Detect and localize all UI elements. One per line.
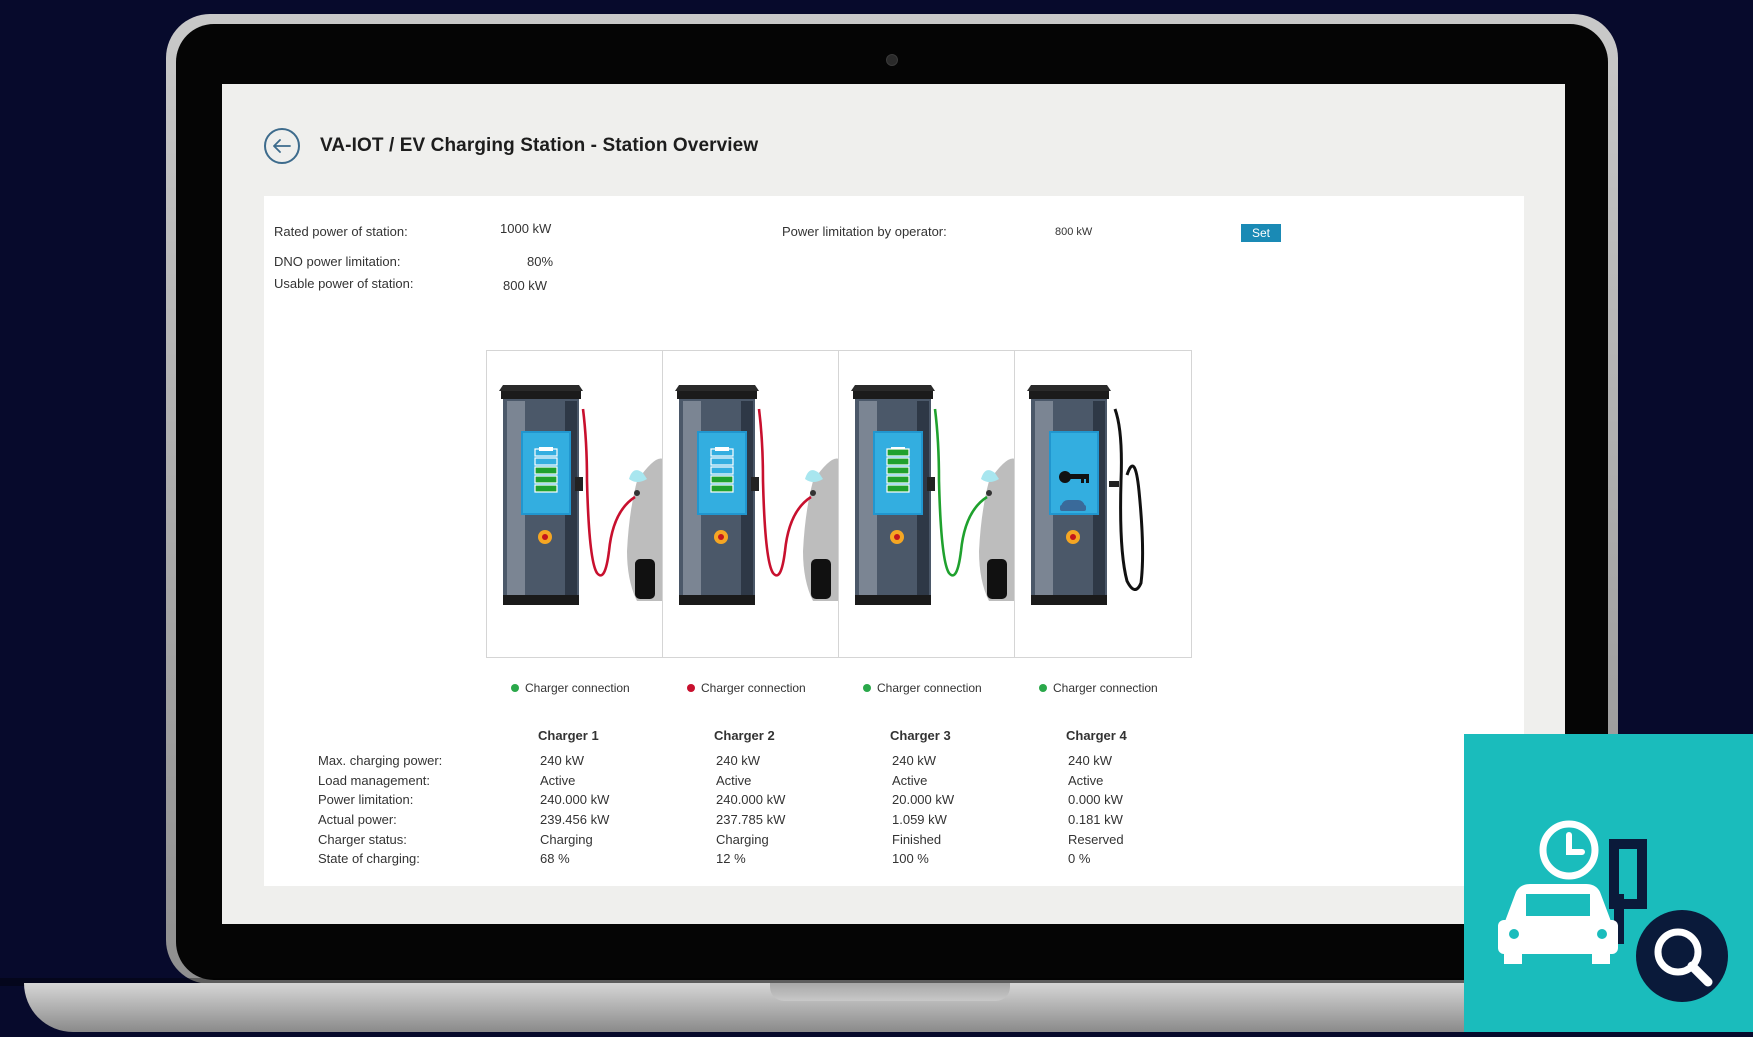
charger-2-max-power: 240 kW: [716, 753, 761, 768]
charger-1-soc: 68 %: [540, 851, 570, 866]
charger-title-4: Charger 4: [1066, 728, 1127, 743]
charger-connection-label: Charger connection: [525, 681, 630, 695]
charger-connection-2: Charger connection: [687, 681, 806, 695]
camera: [886, 54, 898, 66]
charger-connection-label: Charger connection: [877, 681, 982, 695]
status-dot-icon: [511, 684, 519, 692]
row-label-actual-power: Actual power:: [318, 812, 397, 827]
rated-power-label: Rated power of station:: [274, 224, 408, 239]
charger-4-status: Reserved: [1068, 832, 1124, 847]
charger-illustration: [851, 385, 1015, 605]
set-button[interactable]: Set: [1241, 224, 1281, 242]
charger-2-actual-power: 237.785 kW: [716, 812, 786, 827]
arrow-left-icon: [273, 139, 291, 153]
charger-connection-1: Charger connection: [511, 681, 630, 695]
charger-2-status: Charging: [716, 832, 769, 847]
row-label-state-of-charging: State of charging:: [318, 851, 420, 866]
row-label-load-management: Load management:: [318, 773, 431, 788]
charger-3-soc: 100 %: [892, 851, 929, 866]
charger-3-load-mgmt: Active: [892, 773, 928, 788]
charger-4-power-limit: 0.000 kW: [1068, 792, 1123, 807]
charger-card-3[interactable]: [838, 350, 1016, 658]
charger-card-2[interactable]: [662, 350, 840, 658]
charger-3-actual-power: 1.059 kW: [892, 812, 947, 827]
laptop-notch: [770, 983, 1010, 1001]
charger-2-power-limit: 240.000 kW: [716, 792, 786, 807]
dno-value: 80%: [527, 254, 554, 269]
charger-4-soc: 0 %: [1068, 851, 1091, 866]
operator-limit-label: Power limitation by operator:: [782, 224, 947, 239]
charger-1-load-mgmt: Active: [540, 773, 576, 788]
row-label-power-limitation: Power limitation:: [318, 792, 414, 807]
charger-1-status: Charging: [540, 832, 593, 847]
status-dot-icon: [1039, 684, 1047, 692]
rated-power-value: 1000 kW: [500, 221, 552, 236]
charger-title-2: Charger 2: [714, 728, 775, 743]
status-dot-icon: [863, 684, 871, 692]
app-screen: VA-IOT / EV Charging Station - Station O…: [222, 84, 1565, 924]
operator-limit-input[interactable]: 800 kW: [1055, 226, 1092, 238]
charger-3-max-power: 240 kW: [892, 753, 937, 768]
charger-connection-label: Charger connection: [1053, 681, 1158, 695]
charger-1-actual-power: 239.456 kW: [540, 812, 610, 827]
charger-illustration: [1027, 385, 1145, 605]
station-panel: Rated power of station: 1000 kW DNO powe…: [264, 196, 1524, 886]
charger-card-4[interactable]: [1014, 350, 1192, 658]
dno-label: DNO power limitation:: [274, 254, 401, 269]
back-button[interactable]: [264, 128, 300, 164]
row-label-max-power: Max. charging power:: [318, 753, 443, 768]
charger-title-3: Charger 3: [890, 728, 951, 743]
usable-power-value: 800 kW: [503, 278, 548, 293]
status-dot-icon: [687, 684, 695, 692]
charger-1-power-limit: 240.000 kW: [540, 792, 610, 807]
page-title: VA-IOT / EV Charging Station - Station O…: [320, 135, 759, 156]
charger-1-max-power: 240 kW: [540, 753, 585, 768]
charger-2-soc: 12 %: [716, 851, 746, 866]
page-header: VA-IOT / EV Charging Station - Station O…: [264, 124, 758, 168]
charger-4-actual-power: 0.181 kW: [1068, 812, 1123, 827]
charger-card-1[interactable]: [486, 350, 664, 658]
charger-illustration: [675, 385, 839, 605]
charger-3-power-limit: 20.000 kW: [892, 792, 955, 807]
charger-4-load-mgmt: Active: [1068, 773, 1104, 788]
charger-3-status: Finished: [892, 832, 942, 847]
charger-title-1: Charger 1: [538, 728, 599, 743]
feature-badge: [1464, 734, 1753, 1032]
charger-illustration: [499, 385, 663, 605]
charger-connection-label: Charger connection: [701, 681, 806, 695]
charger-4-max-power: 240 kW: [1068, 753, 1113, 768]
row-label-charger-status: Charger status:: [318, 832, 407, 847]
ev-charging-search-icon: [1498, 820, 1728, 1002]
charger-connection-4: Charger connection: [1039, 681, 1158, 695]
usable-power-label: Usable power of station:: [274, 276, 414, 291]
charger-2-load-mgmt: Active: [716, 773, 752, 788]
charger-connection-3: Charger connection: [863, 681, 982, 695]
